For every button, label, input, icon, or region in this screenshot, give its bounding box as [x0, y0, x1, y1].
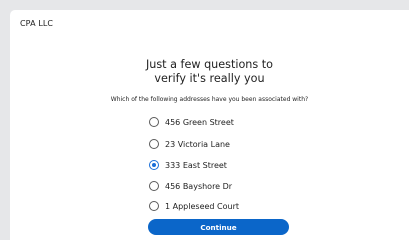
- address-option-label: 1 Appleseed Court: [165, 201, 240, 211]
- page-title-line-2: verify it's really you: [154, 72, 265, 86]
- verification-card: CPA LLC Just a few questions to verify i…: [10, 10, 409, 240]
- address-option-3[interactable]: 333 East Street: [149, 159, 227, 171]
- page-title: Just a few questions to verify it's real…: [10, 58, 409, 86]
- continue-button[interactable]: Continue: [148, 219, 289, 235]
- radio-button[interactable]: [149, 139, 159, 149]
- address-option-label: 23 Victoria Lane: [165, 139, 230, 149]
- brand-name: CPA LLC: [20, 19, 54, 28]
- page-title-line-1: Just a few questions to: [145, 58, 274, 71]
- radio-button[interactable]: [149, 181, 159, 191]
- question-text: Which of the following addresses have yo…: [110, 96, 309, 103]
- address-option-1[interactable]: 456 Green Street: [149, 116, 234, 128]
- radio-button[interactable]: [149, 160, 159, 170]
- address-option-label: 456 Bayshore Dr: [165, 181, 233, 191]
- address-option-2[interactable]: 23 Victoria Lane: [149, 138, 230, 150]
- radio-button[interactable]: [149, 201, 159, 211]
- address-option-5[interactable]: 1 Appleseed Court: [149, 200, 239, 212]
- address-option-label: 333 East Street: [165, 160, 227, 170]
- radio-button[interactable]: [149, 117, 159, 127]
- address-option-4[interactable]: 456 Bayshore Dr: [149, 180, 232, 192]
- address-option-label: 456 Green Street: [165, 117, 234, 127]
